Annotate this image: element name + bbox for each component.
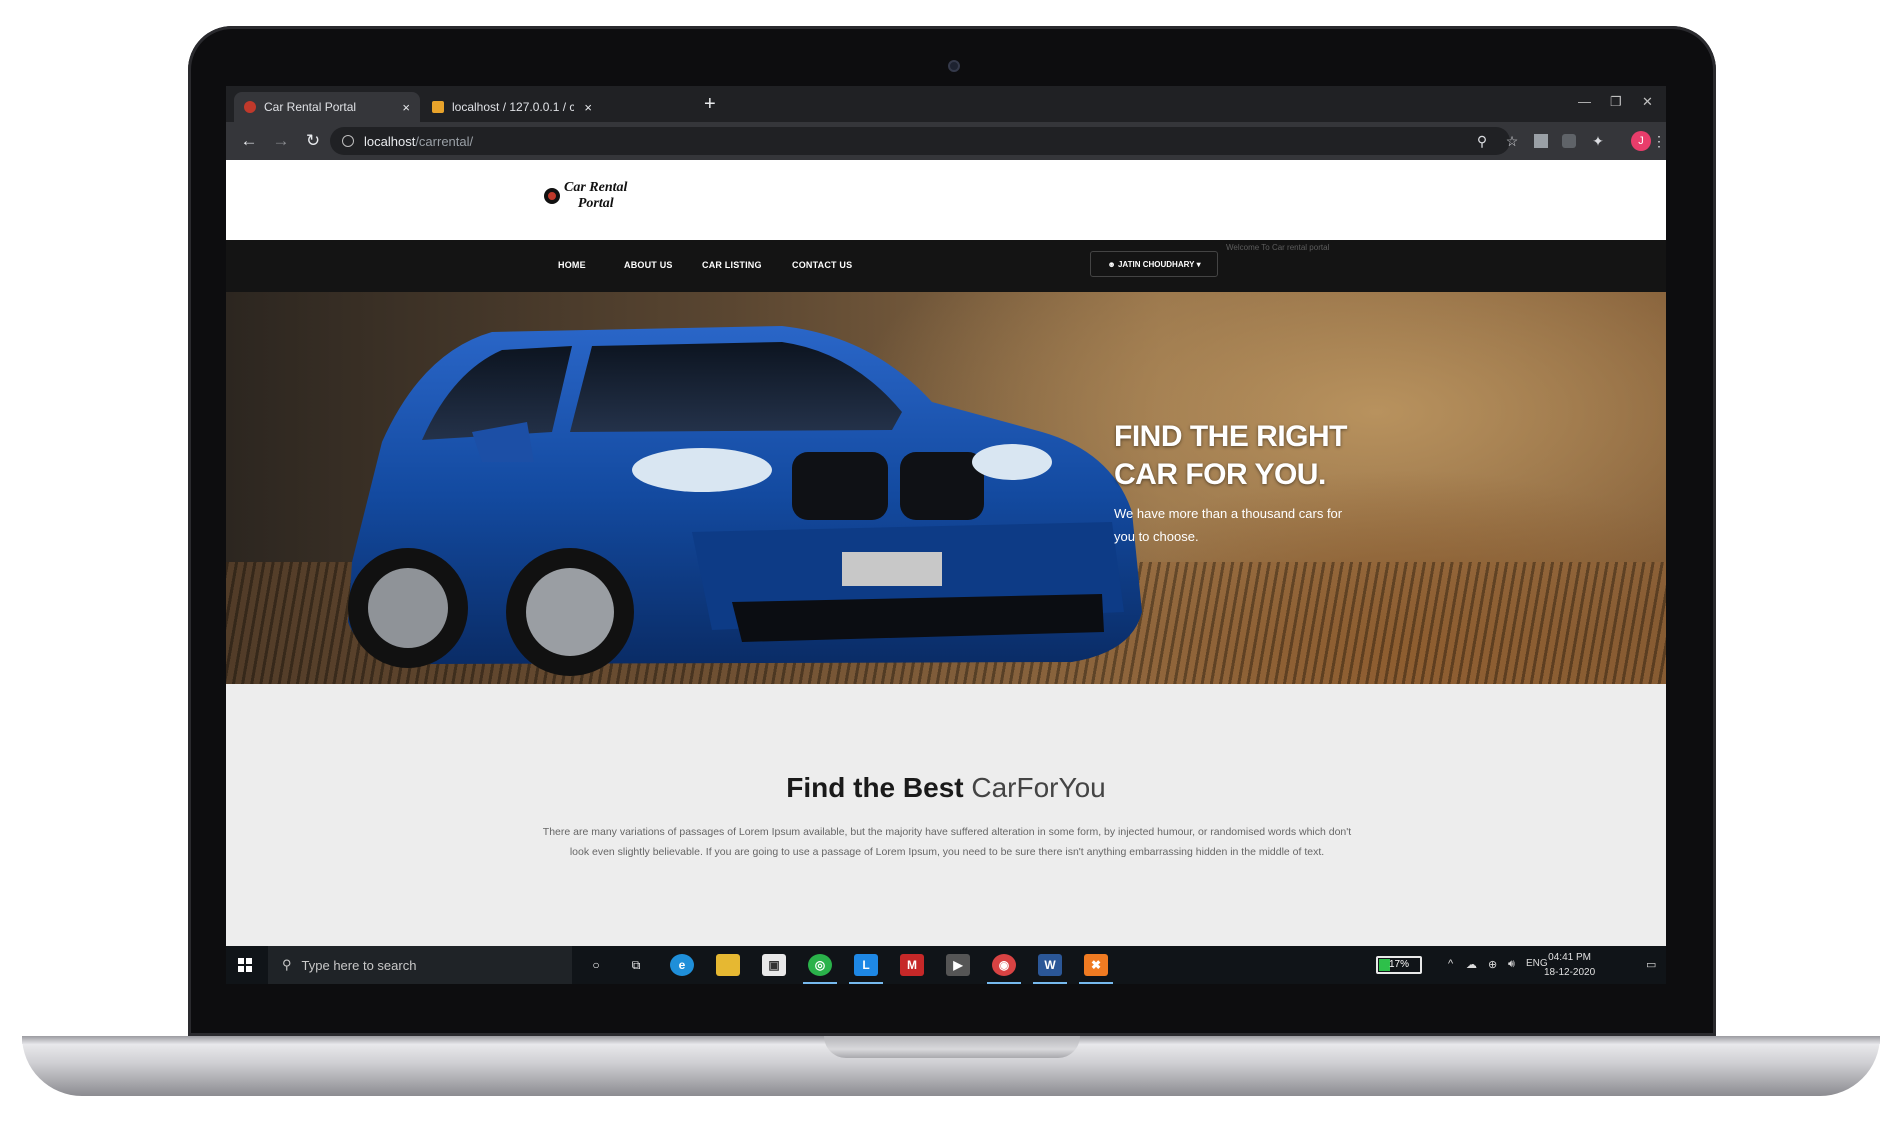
logo-line1: Car Rental xyxy=(564,180,628,195)
new-tab-button[interactable]: + xyxy=(704,94,716,114)
reload-icon[interactable]: ↻ xyxy=(304,131,322,151)
running-indicator xyxy=(1079,982,1113,984)
nav-home[interactable]: HOME xyxy=(558,260,586,270)
url-host: localhost xyxy=(364,133,416,149)
chrome-icon[interactable]: ◉ xyxy=(992,954,1016,976)
browser-tab-car-rental[interactable]: Car Rental Portal × xyxy=(234,92,420,122)
forward-icon[interactable]: → xyxy=(272,131,290,151)
webcam xyxy=(948,60,960,72)
notifications-icon[interactable]: ▭ xyxy=(1646,958,1656,971)
windows-taskbar: ⚲ Type here to search ○ ⧉ e ▣ ◎ L M ▶ ◉ … xyxy=(226,946,1666,984)
browser-tab-phpmyadmin[interactable]: localhost / 127.0.0.1 / carrental / × xyxy=(422,92,602,122)
running-indicator xyxy=(987,982,1021,984)
phpmyadmin-favicon-icon xyxy=(432,101,444,113)
search-placeholder: Type here to search xyxy=(301,957,417,973)
section-title: Find the Best CarForYou xyxy=(226,772,1666,804)
taskbar-search-box[interactable]: ⚲ Type here to search xyxy=(268,946,572,984)
hero-car-image xyxy=(348,326,1142,676)
site-header: Car Rental Portal xyxy=(226,160,1666,240)
user-icon: ☻ xyxy=(1107,259,1118,269)
taskbar-clock[interactable]: 04:41 PM 18-12-2020 xyxy=(1544,950,1595,980)
whatsapp-icon[interactable]: ◎ xyxy=(808,954,832,976)
nav-contact-us[interactable]: CONTACT US xyxy=(792,260,852,270)
user-dropdown-button[interactable]: ☻ JATIN CHOUDHARY ▾ xyxy=(1090,251,1218,277)
hero-title: FIND THE RIGHT CAR FOR YOU. xyxy=(1114,418,1348,494)
user-name: JATIN CHOUDHARY xyxy=(1117,259,1195,269)
welcome-text: Welcome To Car rental portal xyxy=(1226,243,1330,252)
extension-icon[interactable] xyxy=(1562,134,1576,148)
battery-indicator[interactable]: 17% xyxy=(1376,956,1422,974)
logo-wheel-icon xyxy=(544,188,560,204)
laptop-screen: Car Rental Portal × localhost / 127.0.0.… xyxy=(226,86,1666,984)
laptop-stage: Car Rental Portal × localhost / 127.0.0.… xyxy=(0,0,1902,1125)
profile-avatar[interactable]: J xyxy=(1631,131,1651,151)
favicon-icon xyxy=(244,101,256,113)
back-icon[interactable]: ← xyxy=(240,131,258,151)
hero-title-line2: CAR FOR YOU. xyxy=(1114,458,1326,491)
nav-about-us[interactable]: ABOUT US xyxy=(624,260,673,270)
section-paragraph: There are many variations of passages of… xyxy=(542,826,1352,858)
tab-label: localhost / 127.0.0.1 / carrental / xyxy=(452,100,575,114)
section-title-light: CarForYou xyxy=(971,772,1106,803)
url-path: /carrental/ xyxy=(415,133,474,149)
main-navbar: HOME ABOUT US CAR LISTING CONTACT US ☻ J… xyxy=(226,240,1666,292)
network-icon[interactable]: ⊕ xyxy=(1488,958,1497,971)
edge-icon[interactable]: e xyxy=(670,954,694,976)
browser-tab-bar: Car Rental Portal × localhost / 127.0.0.… xyxy=(226,86,1666,122)
bookmark-star-icon[interactable]: ☆ xyxy=(1504,133,1520,149)
intro-section: Find the Best CarForYou There are many v… xyxy=(226,684,1666,946)
running-indicator xyxy=(849,982,883,984)
laptop-notch xyxy=(824,1036,1080,1058)
restore-icon[interactable]: ❐ xyxy=(1610,94,1622,110)
puzzle-icon[interactable]: ✦ xyxy=(1590,133,1606,149)
word-icon[interactable]: W xyxy=(1038,954,1062,976)
tab-label: Car Rental Portal xyxy=(264,100,357,114)
windows-start-icon[interactable] xyxy=(238,958,252,972)
hero-title-line1: FIND THE RIGHT xyxy=(1114,420,1348,453)
address-bar[interactable]: localhost/carrental/ xyxy=(330,127,1510,155)
vlc-icon[interactable]: ▶ xyxy=(946,954,970,976)
browser-toolbar: ← → ↻ localhost/carrental/ ⚲ ☆ ✦ J ⋮ xyxy=(226,122,1666,160)
running-indicator xyxy=(803,982,837,984)
extension-icon[interactable] xyxy=(1534,134,1548,148)
file-explorer-icon[interactable] xyxy=(716,954,740,976)
nav-car-listing[interactable]: CAR LISTING xyxy=(702,260,762,270)
mcafee-icon[interactable]: M xyxy=(900,954,924,976)
zoom-icon[interactable]: ⚲ xyxy=(1474,133,1490,149)
xampp-icon[interactable]: ✖ xyxy=(1084,954,1108,976)
chevron-down-icon: ▾ xyxy=(1194,259,1201,269)
l-app-icon[interactable]: L xyxy=(854,954,878,976)
search-icon: ⚲ xyxy=(282,957,292,972)
close-tab-icon[interactable]: × xyxy=(402,100,410,115)
clock-time: 04:41 PM xyxy=(1548,952,1591,963)
minimize-icon[interactable]: — xyxy=(1578,94,1591,109)
show-hidden-icons[interactable]: ^ xyxy=(1448,958,1453,970)
close-tab-icon[interactable]: × xyxy=(584,100,592,115)
section-title-bold: Find the Best xyxy=(786,772,964,803)
site-logo[interactable]: Car Rental Portal xyxy=(544,180,627,212)
battery-percent: 17% xyxy=(1388,959,1409,970)
hero-banner: FIND THE RIGHT CAR FOR YOU. We have more… xyxy=(226,292,1666,684)
store-icon[interactable]: ▣ xyxy=(762,954,786,976)
close-window-icon[interactable]: ✕ xyxy=(1642,94,1653,110)
volume-icon[interactable]: 🔊︎ xyxy=(1508,958,1515,971)
running-indicator xyxy=(1033,982,1067,984)
cortana-icon[interactable]: ○ xyxy=(584,954,608,976)
logo-line2: Portal xyxy=(577,196,614,211)
site-info-icon[interactable] xyxy=(342,135,354,147)
menu-kebab-icon[interactable]: ⋮ xyxy=(1652,133,1666,149)
task-view-icon[interactable]: ⧉ xyxy=(624,954,648,976)
clock-date: 18-12-2020 xyxy=(1544,967,1596,978)
hero-subtitle: We have more than a thousand cars for yo… xyxy=(1114,506,1343,544)
onedrive-icon[interactable]: ☁ xyxy=(1466,958,1477,971)
